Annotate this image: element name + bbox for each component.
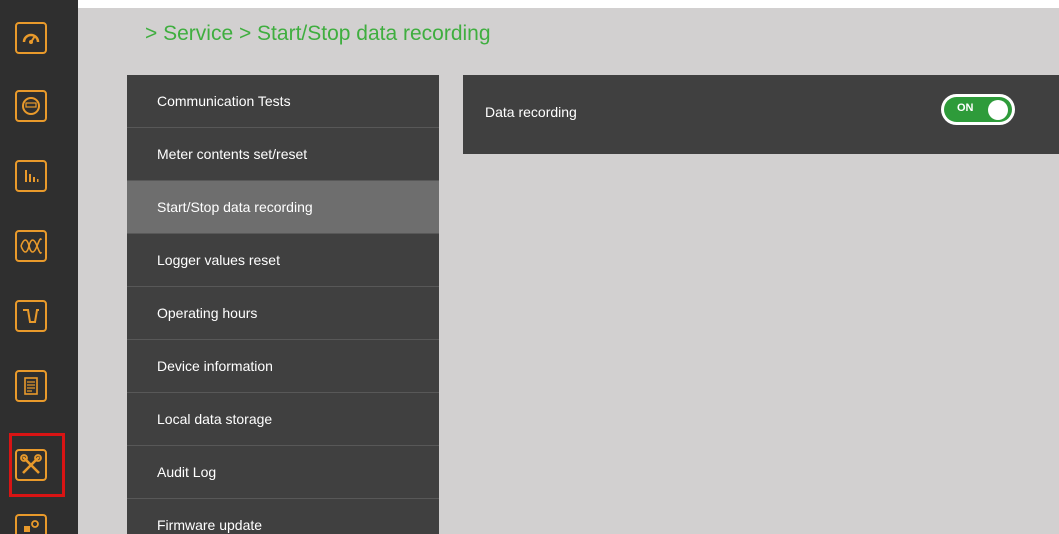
menu-item-local-data-storage[interactable]: Local data storage bbox=[127, 393, 439, 446]
tools-icon[interactable] bbox=[15, 449, 47, 481]
menu-item-operating-hours[interactable]: Operating hours bbox=[127, 287, 439, 340]
toggle-knob bbox=[988, 100, 1008, 120]
breadcrumb: > Service > Start/Stop data recording bbox=[145, 22, 491, 45]
settings-icon[interactable] bbox=[15, 514, 47, 534]
toggle-state-text: ON bbox=[957, 102, 974, 114]
toggle-track: ON bbox=[944, 97, 1012, 122]
meter-icon[interactable] bbox=[15, 90, 47, 122]
bar-chart-icon[interactable] bbox=[15, 160, 47, 192]
signal-icon[interactable] bbox=[15, 300, 47, 332]
app-window: > Service > Start/Stop data recording Co… bbox=[0, 0, 1059, 534]
menu-item-firmware-update[interactable]: Firmware update bbox=[127, 499, 439, 534]
data-recording-toggle[interactable]: ON bbox=[941, 94, 1015, 125]
menu-item-communication-tests[interactable]: Communication Tests bbox=[127, 75, 439, 128]
gauge-icon[interactable] bbox=[15, 22, 47, 54]
menu-item-meter-contents[interactable]: Meter contents set/reset bbox=[127, 128, 439, 181]
left-nav-rail bbox=[0, 0, 78, 534]
menu-item-logger-reset[interactable]: Logger values reset bbox=[127, 234, 439, 287]
menu-item-device-information[interactable]: Device information bbox=[127, 340, 439, 393]
menu-item-audit-log[interactable]: Audit Log bbox=[127, 446, 439, 499]
menu-item-start-stop-recording[interactable]: Start/Stop data recording bbox=[127, 181, 439, 234]
document-list-icon[interactable] bbox=[15, 370, 47, 402]
service-menu: Communication Tests Meter contents set/r… bbox=[127, 75, 439, 534]
waveform-icon[interactable] bbox=[15, 230, 47, 262]
data-recording-label: Data recording bbox=[485, 104, 577, 120]
data-recording-panel: Data recording ON bbox=[463, 75, 1059, 154]
